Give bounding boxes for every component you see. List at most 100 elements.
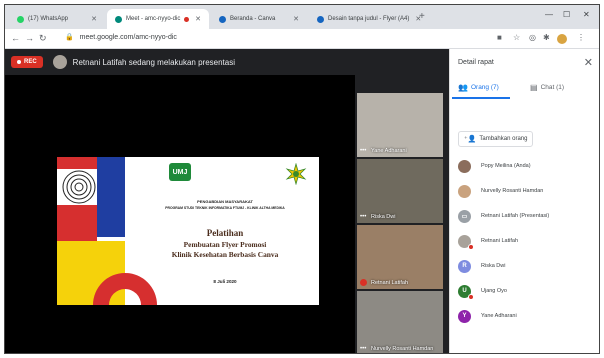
avatar [458,184,471,198]
avatar [458,159,471,173]
participant-row[interactable]: U Ujang Oyo [458,280,598,302]
shared-slide: UMJ PENGABDIAN MASYARAKAT PROGRAM STUDI … [57,157,319,305]
participant-name: Retnani Latifah [481,238,518,244]
participant-row[interactable]: Retnani Latifah [458,230,598,252]
active-tab-indicator [452,97,510,99]
participant-row[interactable]: Y Yane Adharani [458,305,598,327]
menu-dots-icon[interactable]: ⋮ [577,33,585,42]
video-tile[interactable]: ••• Riska Dwi [357,159,443,223]
avatar [458,234,474,250]
participant-name: Nurvelly Rosanti Hamdan [481,188,544,194]
slide-subtitle: Pembuatan Flyer Promosi [183,240,267,249]
reload-icon[interactable]: ↻ [39,33,47,44]
back-arrow-icon[interactable]: ← [11,33,20,43]
meet-icon [115,15,122,23]
camera-icon[interactable]: ■ [497,33,502,42]
tile-name: Retnani Latifah [371,280,408,286]
slide-decor [97,157,125,237]
slide-subtitle: Klinik Kesehatan Berbasis Canva [171,250,279,259]
presentation-stage: UMJ PENGABDIAN MASYARAKAT PROGRAM STUDI … [5,75,355,353]
participant-row[interactable]: R Riska Dwi [458,255,598,277]
tab-canva-home[interactable]: Beranda - Canva ✕ [211,9,307,29]
meeting-details-panel: Detail rapat ✕ 👥 Orang (7) ▤ Chat (1) ⁺👤… [449,49,599,353]
address-bar: ← → ↻ 🔒 meet.google.com/amc-nyyo-dic ■ ☆… [5,29,599,49]
participant-name: Riska Dwi [481,263,506,269]
slide-program: PROGRAM STUDI TEKNIK INFORMATIKA FTUMJ -… [165,206,285,210]
tab-bar: (17) WhatsApp ✕ Meet - amc-nyyo-dic ✕ Be… [5,5,599,29]
avatar: U [458,284,474,300]
url-field[interactable]: 🔒 meet.google.com/amc-nyyo-dic [65,33,177,41]
add-person-icon: ⁺👤 [464,136,477,143]
presenting-notice: Retnani Latifah sedang melakukan present… [72,57,235,67]
mic-off-icon [468,243,474,250]
add-people-label: Tambahkan orang [479,136,528,142]
new-tab-button[interactable]: + [419,11,425,22]
panel-title: Detail rapat [458,59,494,66]
mic-off-icon [468,293,474,300]
participant-row[interactable]: Nurvelly Rosanti Hamdan [458,180,598,202]
puzzle-icon[interactable]: ✱ [543,33,550,42]
tab-label: Beranda - Canva [230,16,276,22]
canva-icon [317,15,324,23]
tab-label: Meet - amc-nyyo-dic [126,16,181,22]
close-icon[interactable]: ✕ [189,15,201,23]
participant-row[interactable]: ▭ Retnani Latifah (Presentasi) [458,205,598,227]
slide-title: Pelatihan [206,228,244,238]
tab-label: (17) WhatsApp [28,16,69,22]
participant-name: Ujang Oyo [481,288,507,294]
minimize-button[interactable]: — [545,10,553,19]
tile-name: Yane Adharani [371,148,407,154]
add-people-button[interactable]: ⁺👤 Tambahkan orang [458,131,534,147]
clinic-star-logo [285,163,307,185]
tab-chat[interactable]: ▤ Chat (1) [530,79,564,95]
tab-people[interactable]: 👥 Orang (7) [458,79,499,95]
tab-canva-design[interactable]: Desain tanpa judul - Flyer (A4) ✕ [309,9,421,29]
mic-off-icon [360,279,367,286]
canva-icon [219,15,226,23]
slide-decor [57,205,97,241]
lock-icon: 🔒 [65,34,74,41]
forward-arrow-icon[interactable]: → [25,33,34,43]
browser-window: (17) WhatsApp ✕ Meet - amc-nyyo-dic ✕ Be… [4,4,600,354]
presenter-avatar [52,55,67,69]
participant-row[interactable]: Popy Meilina (Anda) [458,155,598,177]
rec-label: REC [24,59,37,65]
people-icon: 👥 [458,82,468,92]
participant-name: Popy Meilina (Anda) [481,163,531,169]
tab-whatsapp[interactable]: (17) WhatsApp ✕ [9,9,105,29]
tab-label: Desain tanpa judul - Flyer (A4) [328,16,410,22]
profile-avatar[interactable] [557,34,567,44]
video-tile[interactable]: Retnani Latifah [357,225,443,289]
more-options-icon[interactable]: ••• [360,148,366,154]
tile-name: Nurvelly Rosanti Hamdan [371,346,434,352]
record-icon [17,60,21,64]
close-icon[interactable]: ✕ [584,56,593,69]
avatar: Y [458,309,471,323]
maximize-button[interactable]: ☐ [563,10,570,19]
tile-name: Riska Dwi [371,214,396,220]
tab-label: Chat (1) [540,83,565,91]
close-icon[interactable]: ✕ [287,15,299,23]
close-icon[interactable]: ✕ [85,15,97,23]
slide-decor [57,157,97,169]
star-icon[interactable]: ☆ [513,33,520,42]
whatsapp-icon [17,15,24,23]
video-tile[interactable]: ••• Nurvelly Rosanti Hamdan [357,291,443,353]
slide-date: 8 Juli 2020 [213,279,237,284]
chat-icon: ▤ [530,82,538,92]
avatar: R [458,259,471,273]
slide-kicker: PENGABDIAN MASYARAKAT [197,199,253,204]
recording-badge: REC [11,56,43,68]
tab-meet[interactable]: Meet - amc-nyyo-dic ✕ [107,9,209,29]
more-options-icon[interactable]: ••• [360,346,366,352]
more-options-icon[interactable]: ••• [360,214,366,220]
extension-icon[interactable]: ◎ [529,33,536,42]
umj-logo: UMJ [169,163,191,181]
participant-name: Retnani Latifah (Presentasi) [481,213,550,219]
present-screen-icon: ▭ [458,209,471,223]
video-tile[interactable]: ••• Yane Adharani [357,93,443,157]
close-window-button[interactable]: ✕ [583,10,590,19]
participant-tiles: ••• Yane Adharani ••• Riska Dwi Retnani … [355,49,449,353]
tab-label: Orang (7) [470,83,499,91]
concentric-rings-decor [62,170,96,204]
